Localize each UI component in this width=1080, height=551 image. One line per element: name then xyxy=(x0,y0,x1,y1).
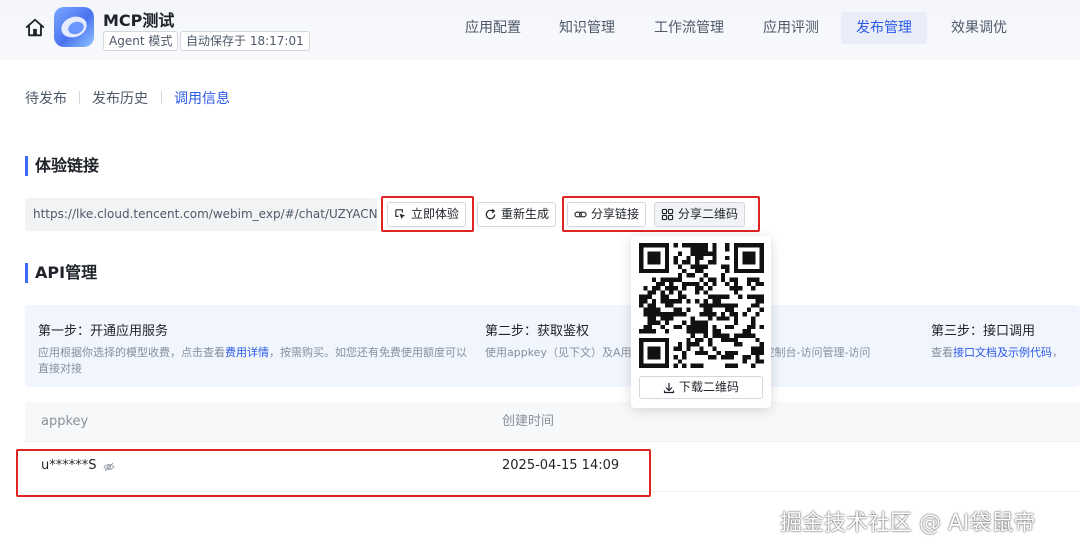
autosave-status: 自动保存于 18:17:01 xyxy=(180,31,310,51)
appkey-value: u******S xyxy=(41,458,97,473)
tab-tuning[interactable]: 效果调优 xyxy=(936,12,1022,44)
step-desc-text: 应用根据你选择的模型收费，点击查看 xyxy=(38,346,225,359)
share-qr-button[interactable]: 分享二维码 xyxy=(654,202,746,227)
subtab-call-info[interactable]: 调用信息 xyxy=(174,88,230,108)
tab-workflow[interactable]: 工作流管理 xyxy=(639,12,739,44)
cursor-click-icon xyxy=(395,209,406,220)
tab-evaluation[interactable]: 应用评测 xyxy=(748,12,834,44)
qr-code-popover: 下载二维码 xyxy=(631,236,771,408)
app-header: MCP测试 Agent 模式 自动保存于 18:17:01 应用配置 知识管理 … xyxy=(0,0,1080,60)
app-title: MCP测试 xyxy=(103,11,175,30)
column-header-appkey: appkey xyxy=(41,414,89,429)
step-3: 第三步：接口调用 查看接口文档及示例代码， xyxy=(931,320,1080,361)
watermark: 掘金技术社区 @ AI袋鼠帝 xyxy=(780,511,1036,536)
link-icon xyxy=(574,211,587,218)
qr-code-image xyxy=(639,243,764,368)
step-description: 应用根据你选择的模型收费，点击查看费用详情，按需购买。如您还有免费使用额度可以直… xyxy=(38,345,468,377)
home-icon[interactable] xyxy=(24,17,46,39)
tab-app-config[interactable]: 应用配置 xyxy=(450,12,536,44)
step-desc-text: 查看 xyxy=(931,346,953,359)
download-qr-label: 下载二维码 xyxy=(678,380,739,394)
share-link-button[interactable]: 分享链接 xyxy=(567,202,647,227)
step-desc-text: ， xyxy=(1052,346,1063,359)
steps-card: 第一步：开通应用服务 应用根据你选择的模型收费，点击查看费用详情，按需购买。如您… xyxy=(25,305,1080,387)
step-description: 查看接口文档及示例代码， xyxy=(931,345,1080,361)
table-row: u******S 2025-04-15 14:09 xyxy=(25,442,1080,492)
step-1: 第一步：开通应用服务 应用根据你选择的模型收费，点击查看费用详情，按需购买。如您… xyxy=(38,320,468,377)
table-header: appkey 创建时间 xyxy=(25,402,1080,442)
try-now-button[interactable]: 立即体验 xyxy=(387,202,467,227)
tab-publish[interactable]: 发布管理 xyxy=(841,12,927,44)
try-now-label: 立即体验 xyxy=(411,207,460,221)
created-time-value: 2025-04-15 14:09 xyxy=(502,458,620,473)
pricing-link[interactable]: 费用详情 xyxy=(225,346,269,359)
subtab-history[interactable]: 发布历史 xyxy=(92,88,148,108)
download-qr-button[interactable]: 下载二维码 xyxy=(639,376,763,399)
eye-off-icon[interactable] xyxy=(103,461,115,473)
mode-badge: Agent 模式 xyxy=(103,31,179,51)
section-title-experience: 体验链接 xyxy=(25,156,99,176)
refresh-icon xyxy=(485,208,496,220)
divider xyxy=(161,91,162,104)
download-icon xyxy=(663,382,675,393)
regenerate-button[interactable]: 重新生成 xyxy=(477,202,557,227)
divider xyxy=(79,91,80,104)
api-docs-link[interactable]: 接口文档及示例代码 xyxy=(953,346,1052,359)
step-desc-text: 使用appkey（见下文）及A xyxy=(485,346,621,359)
experience-url-field[interactable]: https://lke.cloud.tencent.com/webim_exp/… xyxy=(25,198,377,231)
step-title: 第一步：开通应用服务 xyxy=(38,324,169,339)
share-qr-label: 分享二维码 xyxy=(678,207,739,221)
column-header-created: 创建时间 xyxy=(502,414,555,429)
section-title-api: API管理 xyxy=(25,263,97,283)
app-logo xyxy=(54,7,94,47)
qr-code-icon xyxy=(661,208,674,221)
share-link-label: 分享链接 xyxy=(591,207,640,221)
regenerate-label: 重新生成 xyxy=(501,207,550,221)
subtab-pending[interactable]: 待发布 xyxy=(25,88,67,108)
step-title: 第三步：接口调用 xyxy=(931,324,1036,339)
tab-knowledge[interactable]: 知识管理 xyxy=(544,12,630,44)
